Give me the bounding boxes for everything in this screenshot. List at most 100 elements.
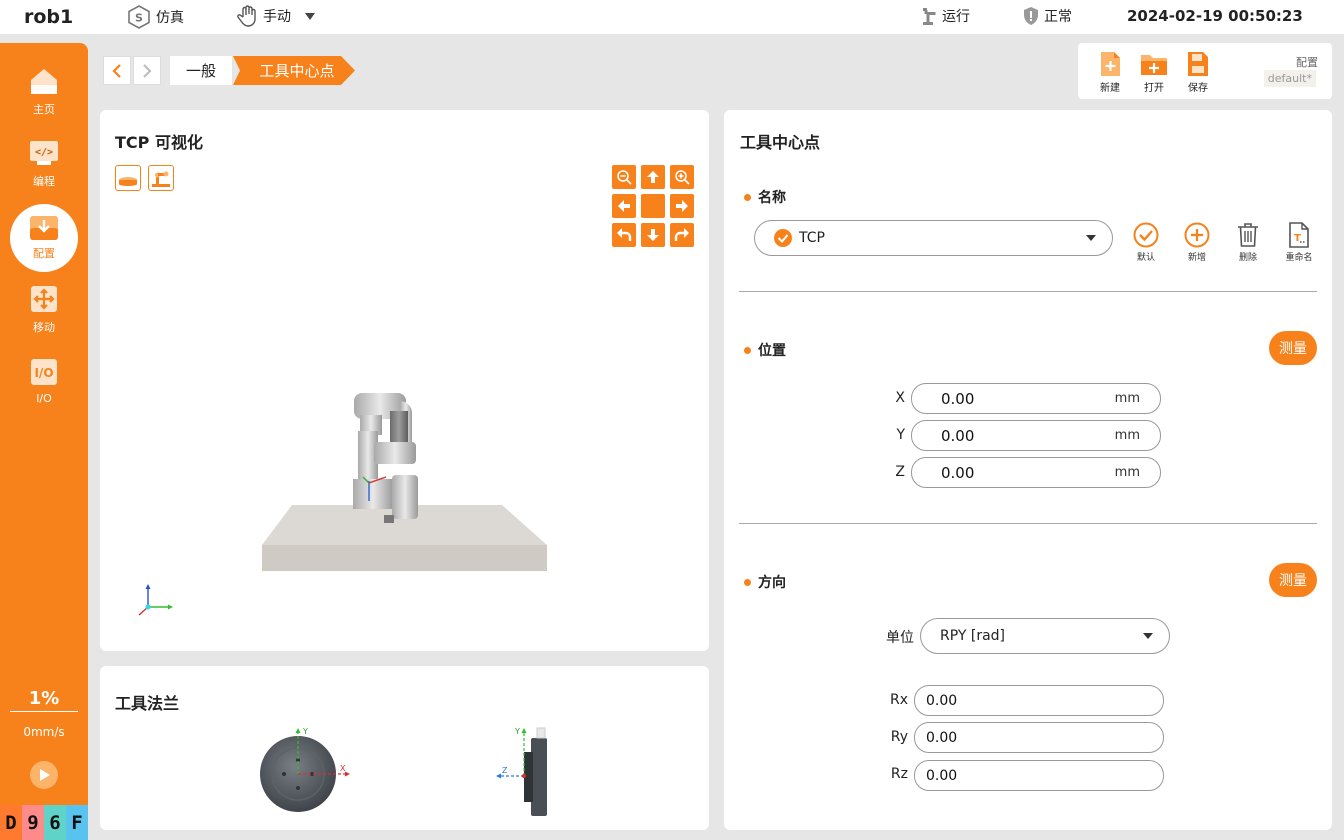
status-badge: F (66, 805, 88, 840)
rename-label: 重命名 (1285, 253, 1313, 263)
robot-view-button[interactable] (148, 165, 174, 191)
sidebar-item-move[interactable]: 移动 (0, 285, 88, 349)
rz-axis-label: Rz (890, 766, 908, 782)
tool-view-button[interactable] (115, 165, 141, 191)
chevron-down-icon (305, 12, 315, 20)
move-icon (31, 286, 57, 312)
x-unit: mm (1114, 391, 1140, 406)
delete-tcp-button[interactable]: 删除 (1228, 222, 1268, 263)
z-position-field[interactable]: 0.00 mm (911, 457, 1161, 488)
tcp-panel-title: 工具中心点 (740, 133, 821, 152)
new-config-label: 新建 (1100, 83, 1120, 94)
y-position-field[interactable]: 0.00 mm (911, 420, 1161, 451)
zoom-in-icon (675, 170, 690, 185)
arrow-left-icon (618, 200, 630, 212)
x-position-field[interactable]: 0.00 mm (911, 383, 1161, 414)
breadcrumb-general[interactable]: 一般 (170, 56, 233, 85)
pan-down-button[interactable] (641, 223, 665, 247)
pan-up-button[interactable] (641, 165, 665, 189)
status-badge: 9 (22, 805, 44, 840)
flange-front-x-label: X (340, 764, 346, 773)
svg-text:</>: </> (35, 147, 53, 158)
ry-axis-label: Ry (890, 729, 908, 745)
set-default-button[interactable]: 默认 (1126, 222, 1166, 263)
sim-icon: S (128, 5, 150, 29)
open-config-button[interactable]: 打开 (1136, 51, 1172, 94)
reset-view-button[interactable] (641, 194, 665, 218)
run-label: 运行 (942, 9, 970, 25)
rotate-right-button[interactable] (670, 223, 694, 247)
sidebar-item-config[interactable]: 配置 (10, 204, 78, 272)
run-status: 运行 (920, 6, 970, 26)
config-name[interactable]: default* (1263, 70, 1316, 87)
sidebar-item-label: 主页 (33, 103, 55, 116)
back-button[interactable] (103, 56, 131, 85)
x-axis-label: X (895, 390, 905, 406)
zoom-out-icon (617, 170, 632, 185)
add-tcp-button[interactable]: 新增 (1177, 222, 1217, 263)
tcp-visualization-card: TCP 可视化 (100, 110, 709, 651)
ry-value: 0.00 (926, 729, 958, 746)
config-icon (30, 216, 58, 240)
rotate-left-button[interactable] (612, 223, 636, 247)
sidebar-item-programming[interactable]: </> 编程 (0, 139, 88, 203)
breadcrumb-tcp[interactable]: 工具中心点 (233, 56, 355, 85)
sidebar-item-io[interactable]: I/O I/O (0, 358, 88, 422)
ry-field[interactable]: 0.00 (914, 722, 1164, 753)
sidebar-item-label: 配置 (33, 247, 55, 260)
new-config-button[interactable]: 新建 (1092, 51, 1128, 94)
hand-icon (237, 5, 256, 27)
tcp-select[interactable]: TCP (754, 220, 1113, 256)
name-section-text: 名称 (758, 190, 786, 206)
robot-3d-scene[interactable] (250, 385, 550, 575)
flange-title: 工具法兰 (115, 694, 180, 713)
config-title: 配置 (1296, 56, 1318, 69)
svg-text:I/O: I/O (34, 366, 53, 380)
robot-arm-icon (923, 8, 936, 25)
position-section-label: 位置 (744, 340, 786, 360)
zoom-out-button[interactable] (612, 165, 636, 189)
shield-icon (1024, 7, 1038, 25)
sidebar-item-home[interactable]: 主页 (0, 67, 88, 131)
measure-position-button[interactable]: 测量 (1269, 331, 1317, 365)
divider (739, 523, 1317, 524)
orientation-unit-select[interactable]: RPY [rad] (920, 618, 1170, 654)
rx-field[interactable]: 0.00 (914, 685, 1164, 716)
save-config-button[interactable]: 保存 (1180, 51, 1216, 94)
arrow-down-icon (647, 229, 659, 241)
rz-value: 0.00 (926, 767, 958, 784)
flange-side-z-label: Z (502, 766, 508, 775)
tcp-viz-title: TCP 可视化 (115, 133, 203, 152)
mode-selector[interactable]: 手动 (236, 4, 315, 28)
rx-axis-label: Rx (889, 692, 908, 708)
check-icon (1133, 222, 1159, 248)
config-panel: 新建 打开 保存 配置 default* (1078, 43, 1332, 99)
open-config-label: 打开 (1144, 83, 1164, 94)
top-bar: rob1 S 仿真 手动 运行 正常 2024-02-19 00:50:23 (0, 0, 1344, 34)
folder-icon (1141, 55, 1167, 75)
zoom-in-button[interactable] (670, 165, 694, 189)
state-label: 正常 (1044, 9, 1072, 25)
save-icon (1188, 52, 1208, 76)
flange-side-y-label: Y (514, 727, 520, 736)
forward-button[interactable] (133, 56, 161, 85)
sim-mode-indicator[interactable]: S 仿真 (126, 4, 184, 30)
pan-left-button[interactable] (612, 194, 636, 218)
chevron-down-icon (1086, 235, 1096, 241)
rename-tcp-button[interactable]: T 重命名 (1279, 222, 1319, 263)
play-button[interactable] (30, 761, 58, 789)
flange-view-icon (119, 177, 137, 186)
new-file-icon (1101, 52, 1120, 76)
rz-field[interactable]: 0.00 (914, 760, 1164, 791)
arrow-up-icon (647, 171, 659, 183)
code-icon: </> (30, 141, 58, 165)
sim-label: 仿真 (156, 10, 184, 26)
tcp-select-value: TCP (799, 230, 825, 246)
z-value: 0.00 (941, 463, 975, 482)
measure-orientation-button[interactable]: 测量 (1269, 563, 1317, 597)
orientation-section-label: 方向 (744, 572, 786, 592)
rx-value: 0.00 (926, 692, 958, 709)
svg-text:T: T (1294, 233, 1301, 244)
pan-right-button[interactable] (670, 194, 694, 218)
speed-percent[interactable]: 1% (10, 688, 78, 712)
